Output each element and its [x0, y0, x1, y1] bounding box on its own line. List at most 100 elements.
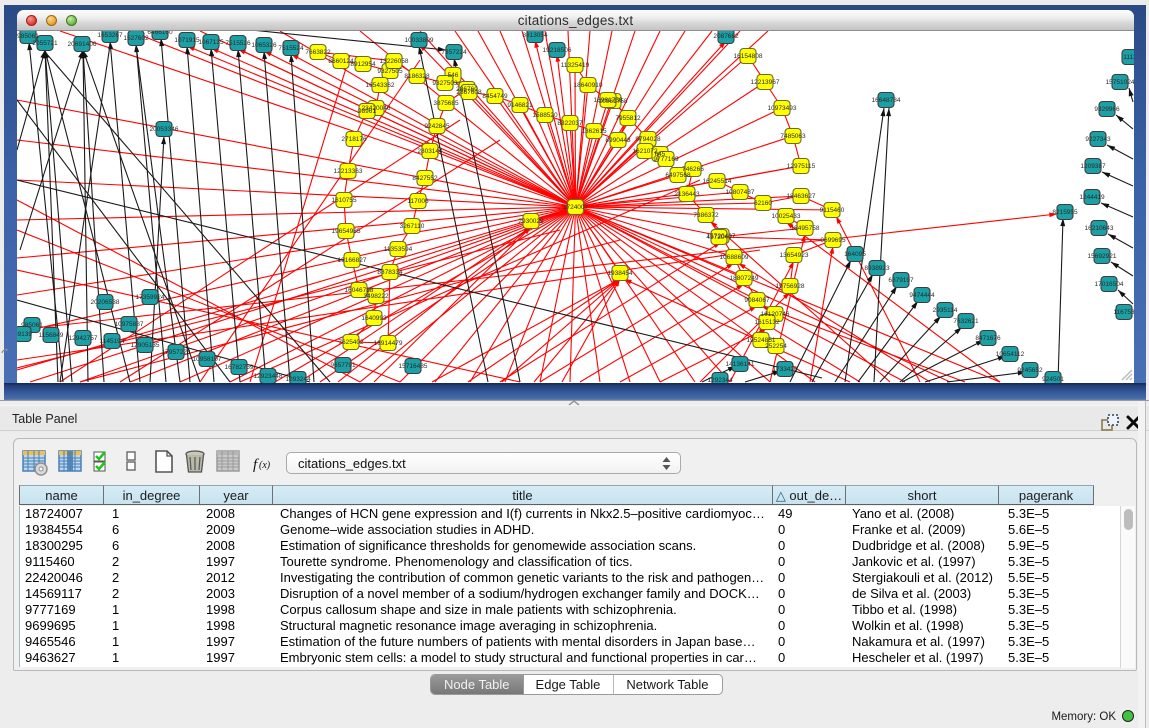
svg-text:16543362: 16543362 — [366, 82, 395, 89]
svg-text:19218506: 19218506 — [543, 47, 572, 54]
svg-text:7357224: 7357224 — [441, 49, 467, 56]
svg-text:1724007: 1724007 — [563, 204, 589, 211]
svg-text:2055721: 2055721 — [32, 40, 58, 47]
svg-text:1640993: 1640993 — [361, 315, 387, 322]
svg-text:1527602: 1527602 — [123, 35, 149, 42]
svg-text:20053346: 20053346 — [150, 126, 179, 133]
svg-text:6879197: 6879197 — [888, 277, 914, 284]
svg-text:19654985: 19654985 — [332, 228, 361, 235]
svg-text:18807249: 18807249 — [730, 275, 759, 282]
svg-text:39139: 39139 — [17, 331, 32, 338]
svg-text:2930029: 2930029 — [518, 218, 544, 225]
svg-text:6497568: 6497568 — [665, 172, 691, 179]
svg-text:10958107: 10958107 — [193, 356, 222, 363]
svg-text:9242845: 9242845 — [424, 123, 450, 130]
svg-text:0699695: 0699695 — [820, 237, 846, 244]
svg-text:1292344: 1292344 — [707, 377, 733, 383]
svg-text:10654112: 10654112 — [996, 351, 1025, 358]
svg-text:252254: 252254 — [765, 343, 787, 350]
svg-text:8427552: 8427552 — [412, 175, 438, 182]
svg-text:7663822: 7663822 — [305, 49, 331, 56]
svg-text:9474444: 9474444 — [909, 292, 935, 299]
svg-text:7955812: 7955812 — [615, 115, 641, 122]
svg-text:8454749: 8454749 — [482, 93, 508, 100]
svg-text:12213967: 12213967 — [751, 79, 780, 86]
svg-text:16245514: 16245514 — [703, 178, 732, 185]
svg-text:1112: 1112 — [1123, 54, 1134, 61]
svg-text:8813054: 8813054 — [522, 32, 548, 39]
svg-text:10033809: 10033809 — [405, 37, 434, 44]
svg-text:19756928: 19756928 — [776, 283, 805, 290]
svg-text:17359924: 17359924 — [136, 294, 165, 301]
svg-text:9657791: 9657791 — [330, 362, 356, 369]
svg-text:16210643: 16210643 — [1085, 225, 1114, 232]
svg-text:(x): (x) — [259, 460, 271, 471]
svg-text:2867608: 2867608 — [456, 89, 482, 96]
svg-text:8186328: 8186328 — [404, 73, 430, 80]
svg-text:1610755: 1610755 — [331, 197, 357, 204]
svg-text:3875685: 3875685 — [433, 100, 459, 107]
svg-text:20691406: 20691406 — [68, 41, 97, 48]
svg-text:9327505: 9327505 — [377, 68, 403, 75]
svg-text:9227343: 9227343 — [1085, 136, 1111, 143]
svg-text:8878334: 8878334 — [377, 269, 403, 276]
svg-text:9146821: 9146821 — [507, 102, 533, 109]
svg-text:1209387: 1209387 — [1080, 163, 1106, 170]
svg-text:98961: 98961 — [358, 108, 376, 115]
svg-text:3267110: 3267110 — [400, 223, 425, 230]
svg-text:8990443: 8990443 — [605, 137, 631, 144]
svg-text:1615132: 1615132 — [754, 319, 780, 326]
svg-text:1145194: 1145194 — [100, 338, 125, 345]
svg-text:7515526: 7515526 — [225, 40, 251, 47]
svg-text:13654923: 13654923 — [780, 252, 809, 259]
svg-text:1065326: 1065326 — [251, 42, 277, 49]
svg-text:2803144: 2803144 — [417, 148, 443, 155]
svg-text:546: 546 — [448, 72, 459, 79]
svg-text:9329966: 9329966 — [1094, 106, 1120, 113]
svg-text:117006: 117006 — [407, 198, 429, 205]
svg-text:12213363: 12213363 — [334, 168, 363, 175]
svg-text:1093244: 1093244 — [285, 376, 311, 383]
svg-text:16648784: 16648784 — [872, 97, 901, 104]
svg-text:1156849: 1156849 — [39, 332, 64, 339]
svg-text:16120746: 16120746 — [761, 311, 790, 318]
svg-text:10975887: 10975887 — [115, 321, 144, 328]
svg-text:9794028: 9794028 — [635, 136, 661, 143]
svg-text:20206538: 20206538 — [91, 299, 120, 306]
svg-text:15692921: 15692921 — [1088, 253, 1117, 260]
svg-text:7386372: 7386372 — [693, 212, 719, 219]
svg-text:6466160: 6466160 — [147, 31, 173, 36]
svg-text:3498222: 3498222 — [363, 293, 389, 300]
svg-text:18463627: 18463627 — [787, 193, 816, 200]
svg-text:7485063: 7485063 — [780, 133, 806, 140]
svg-text:8471676: 8471676 — [975, 335, 1001, 342]
svg-text:9327503: 9327503 — [432, 80, 458, 87]
svg-text:18640910: 18640910 — [574, 82, 603, 89]
svg-text:10025433: 10025433 — [772, 213, 801, 220]
svg-text:164095: 164095 — [844, 251, 866, 258]
svg-text:12923448: 12923448 — [254, 373, 283, 380]
svg-text:116753: 116753 — [1113, 309, 1134, 316]
svg-text:62160: 62160 — [754, 200, 772, 207]
svg-text:1733426: 1733426 — [772, 366, 798, 373]
svg-text:14136141: 14136141 — [726, 361, 755, 368]
svg-text:13226058: 13226058 — [380, 58, 409, 65]
svg-text:924501: 924501 — [1042, 376, 1064, 383]
svg-text:16782759: 16782759 — [225, 364, 254, 371]
svg-text:1067135: 1067135 — [198, 39, 224, 46]
svg-text:17016504: 17016504 — [1095, 281, 1124, 288]
svg-text:10973493: 10973493 — [768, 105, 797, 112]
svg-text:1244419: 1244419 — [1079, 194, 1105, 201]
svg-text:19166827: 19166827 — [338, 257, 367, 264]
svg-text:2087682: 2087682 — [713, 33, 739, 40]
svg-text:10807487: 10807487 — [726, 189, 755, 196]
svg-text:985061: 985061 — [17, 33, 39, 40]
svg-text:10688609: 10688609 — [720, 254, 749, 261]
svg-text:1362615: 1362615 — [581, 128, 607, 135]
svg-text:7515524: 7515524 — [278, 45, 304, 52]
svg-text:9115460: 9115460 — [820, 207, 845, 214]
svg-text:985061: 985061 — [21, 322, 43, 329]
svg-text:11325419: 11325419 — [561, 62, 590, 69]
svg-text:16154808: 16154808 — [734, 53, 763, 60]
svg-text:11353594: 11353594 — [384, 246, 413, 253]
